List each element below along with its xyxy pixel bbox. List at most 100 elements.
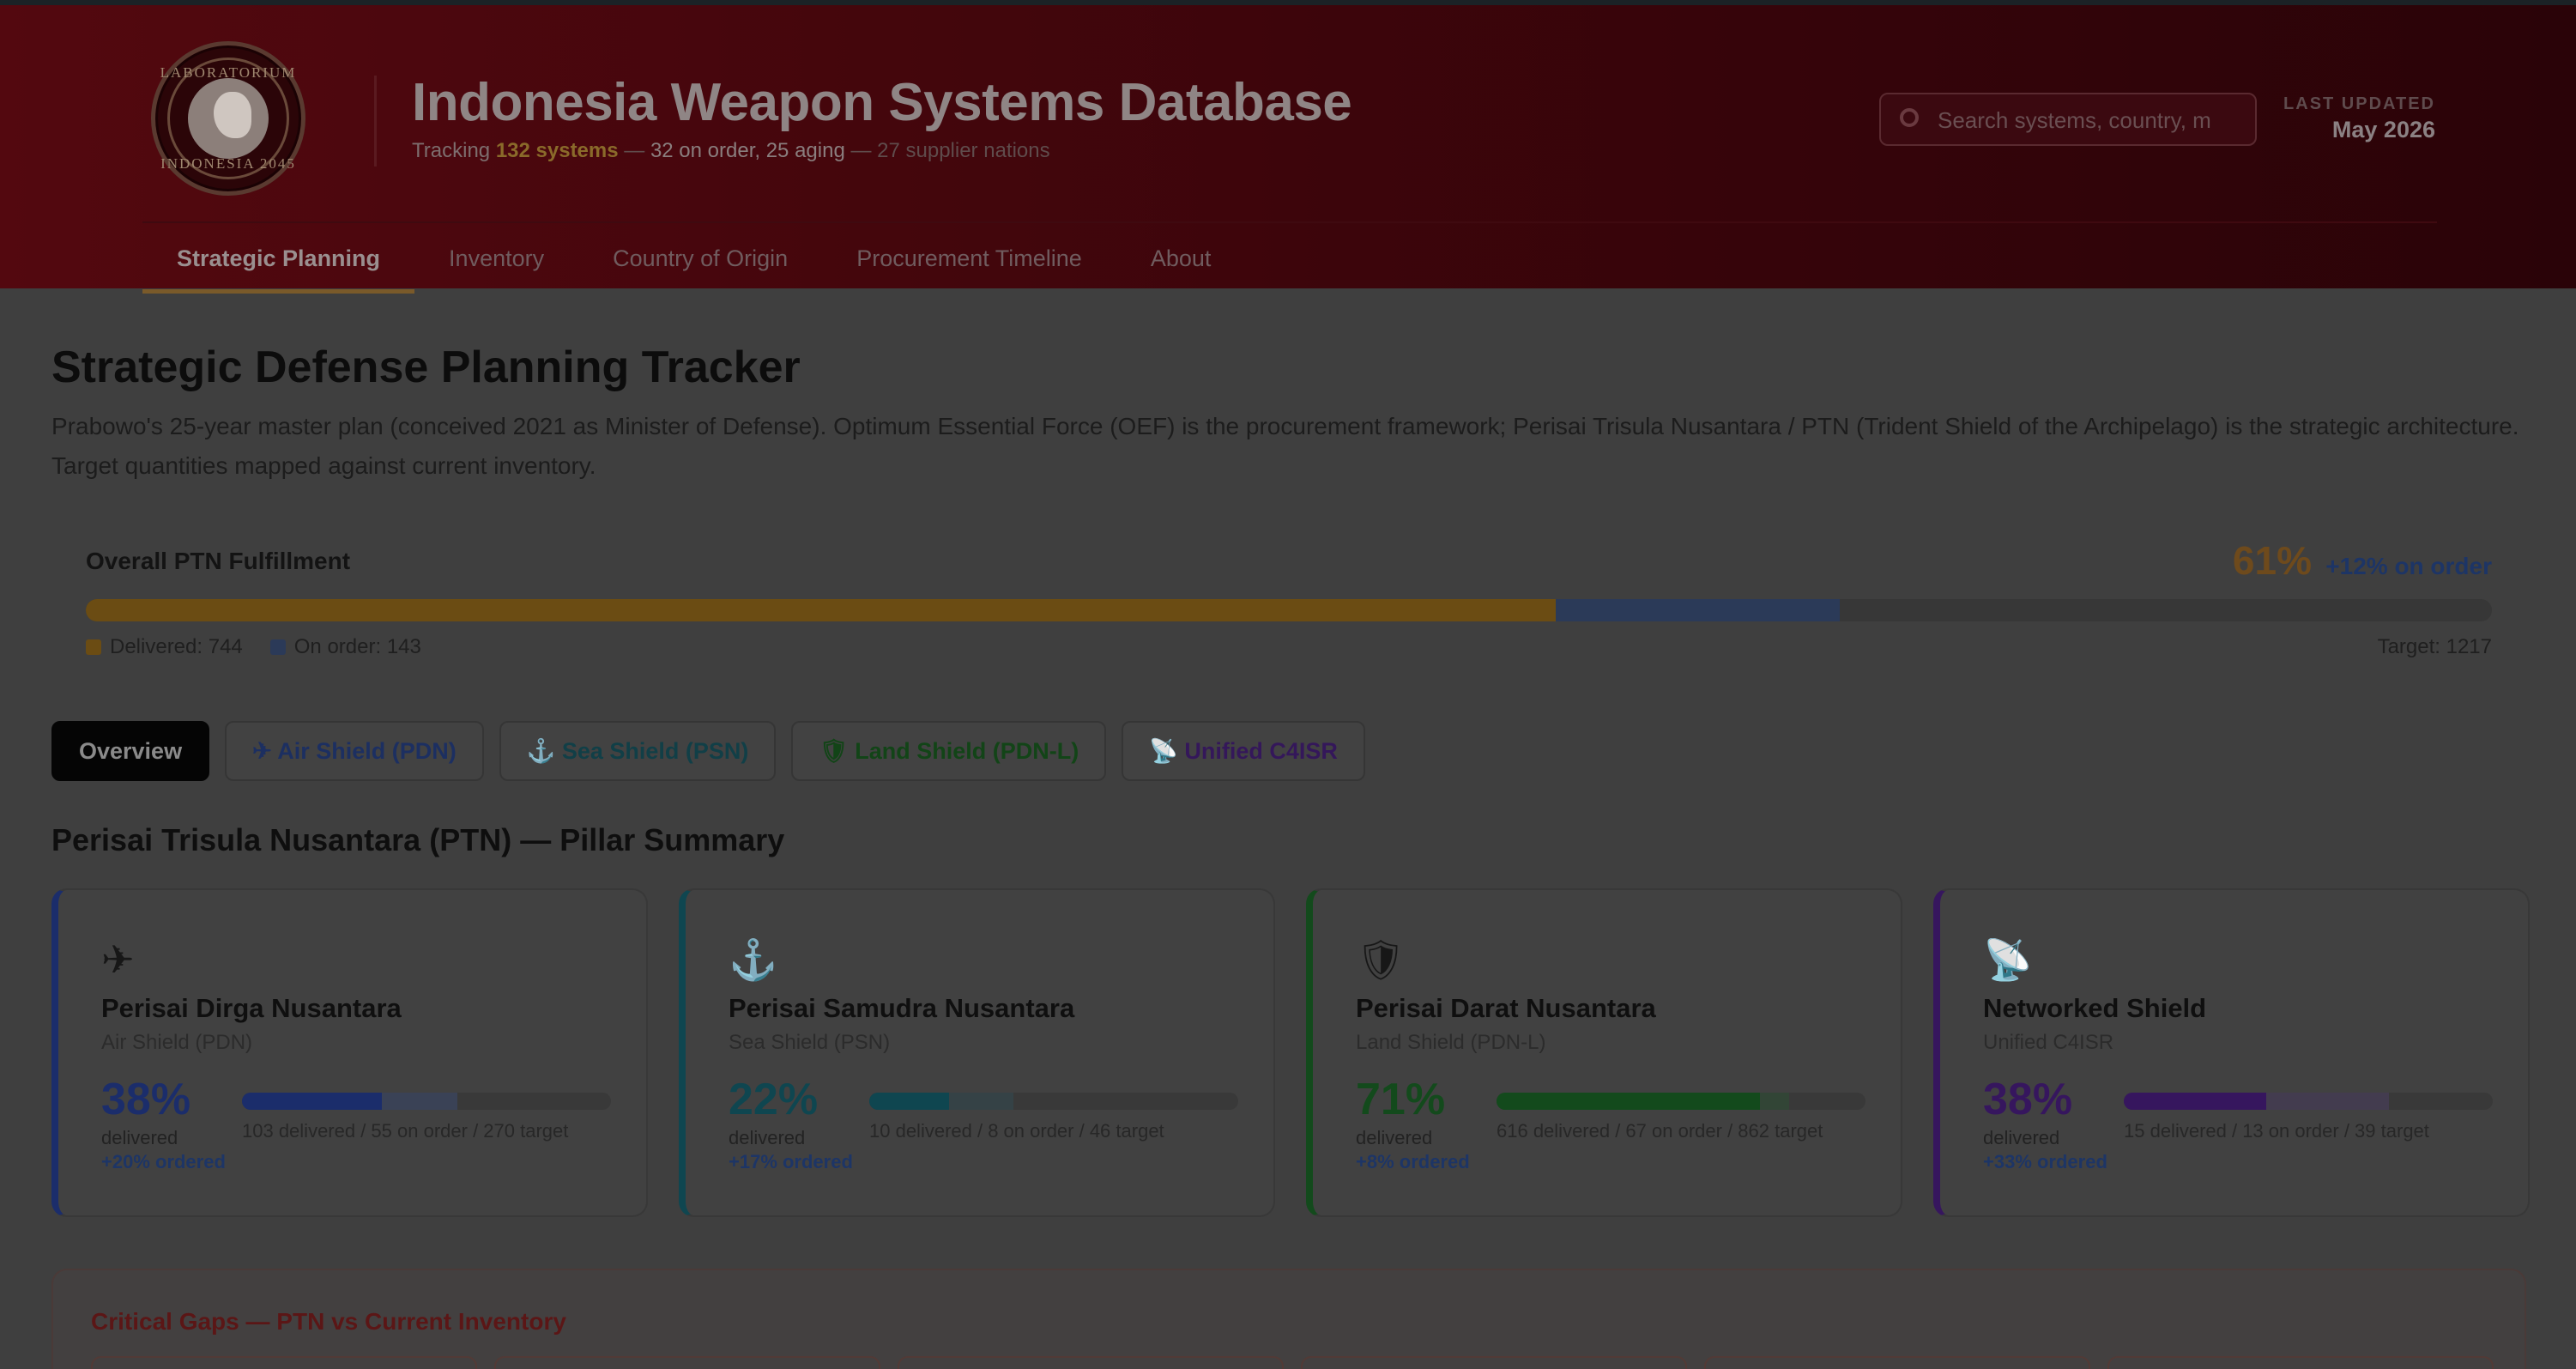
nav-strategic-planning[interactable]: Strategic Planning — [142, 223, 415, 294]
delivered-bar-segment — [86, 599, 1557, 621]
shield-icon: 🛡 — [819, 738, 849, 764]
pillar-progress-bar — [2124, 1093, 2493, 1110]
pillar-name: Perisai Samudra Nusantara — [729, 993, 1075, 1023]
search-icon — [1900, 108, 1919, 127]
tab-sea-shield[interactable]: ⚓ Sea Shield (PSN) — [499, 721, 777, 781]
delivered-bar-segment — [1497, 1093, 1761, 1110]
on-order-bar-segment — [1556, 599, 1841, 621]
on-order-bar-segment — [2265, 1093, 2389, 1110]
bird-emblem-icon — [188, 78, 269, 159]
delivered-bar-segment — [242, 1093, 383, 1110]
pillar-percent: 38% — [1983, 1075, 2073, 1124]
fulfillment-progress-bar — [86, 599, 2492, 621]
on-order-bar-segment — [949, 1093, 1014, 1110]
pillar-progress-bar — [1497, 1093, 1865, 1110]
pillar-delivered-label: delivered — [101, 1127, 178, 1148]
critical-gaps-title: Critical Gaps — PTN vs Current Inventory — [91, 1308, 566, 1335]
pillar-delivered-label: delivered — [1983, 1127, 2060, 1148]
pillar-subtitle: Sea Shield (PSN) — [729, 1031, 891, 1054]
anchor-icon: ⚓ — [729, 937, 778, 982]
fulfillment-label: Overall PTN Fulfillment — [86, 548, 351, 574]
pillar-stats: 15 delivered / 13 on order / 39 target — [2124, 1120, 2429, 1142]
app-title: Indonesia Weapon Systems Database — [412, 73, 1352, 132]
legend-delivered: Delivered: 744 — [86, 635, 243, 659]
nav-procurement-timeline[interactable]: Procurement Timeline — [822, 223, 1116, 294]
legend-on-order: On order: 143 — [269, 635, 421, 659]
gap-card[interactable] — [898, 1356, 1284, 1369]
pillar-ordered: +8% ordered — [1356, 1151, 1470, 1172]
airplane-icon: ✈ — [101, 937, 135, 982]
satellite-dish-icon: 📡 — [1149, 738, 1178, 764]
gap-card[interactable] — [91, 1356, 477, 1369]
page-title: Strategic Defense Planning Tracker — [51, 342, 801, 392]
pillar-card-sea[interactable]: ⚓ Perisai Samudra Nusantara Sea Shield (… — [679, 888, 1275, 1217]
order-aging-count: 32 on order, 25 aging — [650, 139, 845, 162]
gap-card[interactable] — [2107, 1356, 2494, 1369]
fulfillment-legend: Delivered: 744 On order: 143 — [86, 635, 421, 659]
delivered-bar-segment — [869, 1093, 950, 1110]
airplane-icon: ✈ — [252, 738, 272, 764]
nav-country-of-origin[interactable]: Country of Origin — [578, 223, 822, 294]
pillar-name: Perisai Dirga Nusantara — [101, 993, 402, 1023]
pillar-percent: 38% — [101, 1075, 191, 1124]
subtitle-separator: — — [850, 139, 872, 162]
gap-card[interactable] — [1704, 1356, 2090, 1369]
pillar-ordered: +20% ordered — [101, 1151, 226, 1172]
pillar-subtitle: Land Shield (PDN-L) — [1356, 1031, 1546, 1054]
delivered-bar-segment — [2124, 1093, 2266, 1110]
pillar-card-c4isr[interactable]: 📡 Networked Shield Unified C4ISR 38% del… — [1933, 888, 2530, 1217]
pillar-percent: 22% — [729, 1075, 819, 1124]
pillar-ordered: +17% ordered — [729, 1151, 853, 1172]
header-divider — [374, 76, 377, 167]
search-box[interactable] — [1879, 93, 2257, 146]
pillar-ordered: +33% ordered — [1983, 1151, 2107, 1172]
tab-land-shield[interactable]: 🛡 Land Shield (PDN-L) — [791, 721, 1107, 781]
critical-gaps-panel: Critical Gaps — PTN vs Current Inventory — [51, 1269, 2526, 1369]
pillar-card-land[interactable]: 🛡 Perisai Darat Nusantara Land Shield (P… — [1306, 888, 1902, 1217]
shield-icon: 🛡 — [1356, 937, 1406, 982]
pillar-card-air[interactable]: ✈ Perisai Dirga Nusantara Air Shield (PD… — [51, 888, 648, 1217]
subtitle-prefix: Tracking — [412, 139, 491, 162]
satellite-dish-icon: 📡 — [1983, 937, 2033, 982]
pillar-cards: ✈ Perisai Dirga Nusantara Air Shield (PD… — [51, 888, 2530, 1217]
pillar-percent: 71% — [1356, 1075, 1446, 1124]
nav-about[interactable]: About — [1116, 223, 1246, 294]
search-input[interactable] — [1938, 103, 2246, 137]
logo-seal: LABORATORIUM INDONESIA 2045 — [151, 41, 305, 196]
pillar-delivered-label: delivered — [1356, 1127, 1433, 1148]
pillar-progress-bar — [242, 1093, 611, 1110]
nav-inventory[interactable]: Inventory — [414, 223, 578, 294]
app-subtitle: Tracking 132 systems — 32 on order, 25 a… — [412, 139, 1050, 163]
pillar-stats: 616 delivered / 67 on order / 862 target — [1497, 1120, 1823, 1142]
fulfillment-percent: 61% — [2232, 538, 2312, 583]
pillar-tabs: Overview ✈ Air Shield (PDN) ⚓ Sea Shield… — [51, 721, 1365, 781]
systems-count: 132 systems — [495, 139, 619, 162]
fulfillment-panel: Overall PTN Fulfillment 61% +12% on orde… — [86, 532, 2492, 669]
gap-card[interactable] — [494, 1356, 880, 1369]
subtitle-separator: — — [624, 139, 645, 162]
pillar-name: Perisai Darat Nusantara — [1356, 993, 1656, 1023]
gap-card[interactable] — [1301, 1356, 1687, 1369]
pillar-subtitle: Unified C4ISR — [1983, 1031, 2114, 1054]
fulfillment-target: Target: 1217 — [2377, 635, 2492, 658]
pillar-stats: 103 delivered / 55 on order / 270 target — [242, 1120, 569, 1142]
pillar-summary-title: Perisai Trisula Nusantara (PTN) — Pillar… — [51, 822, 785, 857]
tab-air-shield[interactable]: ✈ Air Shield (PDN) — [225, 721, 484, 781]
supplier-count: 27 supplier nations — [877, 139, 1050, 162]
tab-overview[interactable]: Overview — [51, 721, 210, 781]
app-header: LABORATORIUM INDONESIA 2045 Indonesia Wea… — [0, 0, 2576, 294]
last-updated-label: LAST UPDATED — [2283, 94, 2435, 113]
pillar-subtitle: Air Shield (PDN) — [101, 1031, 253, 1054]
pillar-name: Networked Shield — [1983, 993, 2207, 1023]
last-updated-value: May 2026 — [2331, 117, 2435, 142]
tab-unified-c4isr[interactable]: 📡 Unified C4ISR — [1122, 721, 1365, 781]
pillar-delivered-label: delivered — [729, 1127, 806, 1148]
anchor-icon: ⚓ — [526, 738, 556, 764]
on-order-bar-segment — [1760, 1093, 1789, 1110]
main-nav: Strategic Planning Inventory Country of … — [142, 223, 1245, 294]
pillar-progress-bar — [869, 1093, 1238, 1110]
page-description: Prabowo's 25-year master plan (conceived… — [51, 413, 2519, 479]
fulfillment-on-order: +12% on order — [2325, 553, 2492, 579]
on-order-bar-segment — [382, 1093, 458, 1110]
pillar-stats: 10 delivered / 8 on order / 46 target — [869, 1120, 1164, 1142]
